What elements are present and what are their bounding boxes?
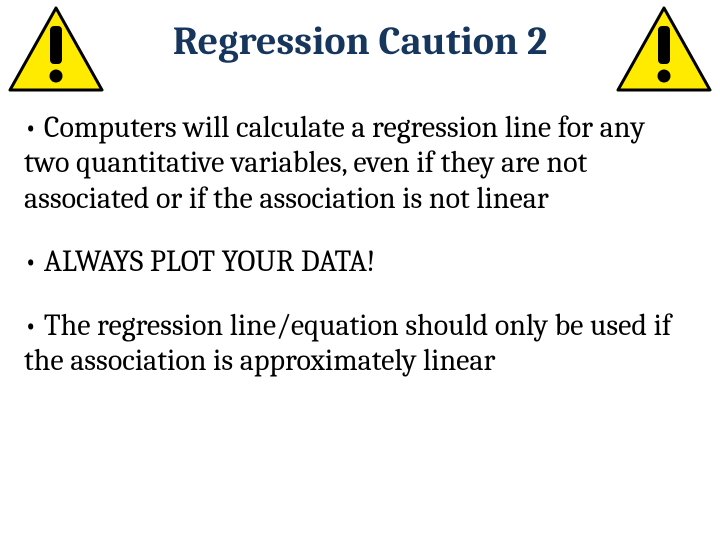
bullet-item: • Computers will calculate a regression … (24, 110, 696, 216)
bullet-item: • ALWAYS PLOT YOUR DATA! (24, 244, 696, 279)
bullet-item: • The regression line/equation should on… (24, 308, 696, 379)
warning-icon (614, 4, 714, 94)
slide-body: • Computers will calculate a regression … (0, 110, 720, 378)
warning-icon (6, 4, 106, 94)
slide-header: Regression Caution 2 (0, 0, 720, 110)
slide-title: Regression Caution 2 (173, 18, 547, 64)
